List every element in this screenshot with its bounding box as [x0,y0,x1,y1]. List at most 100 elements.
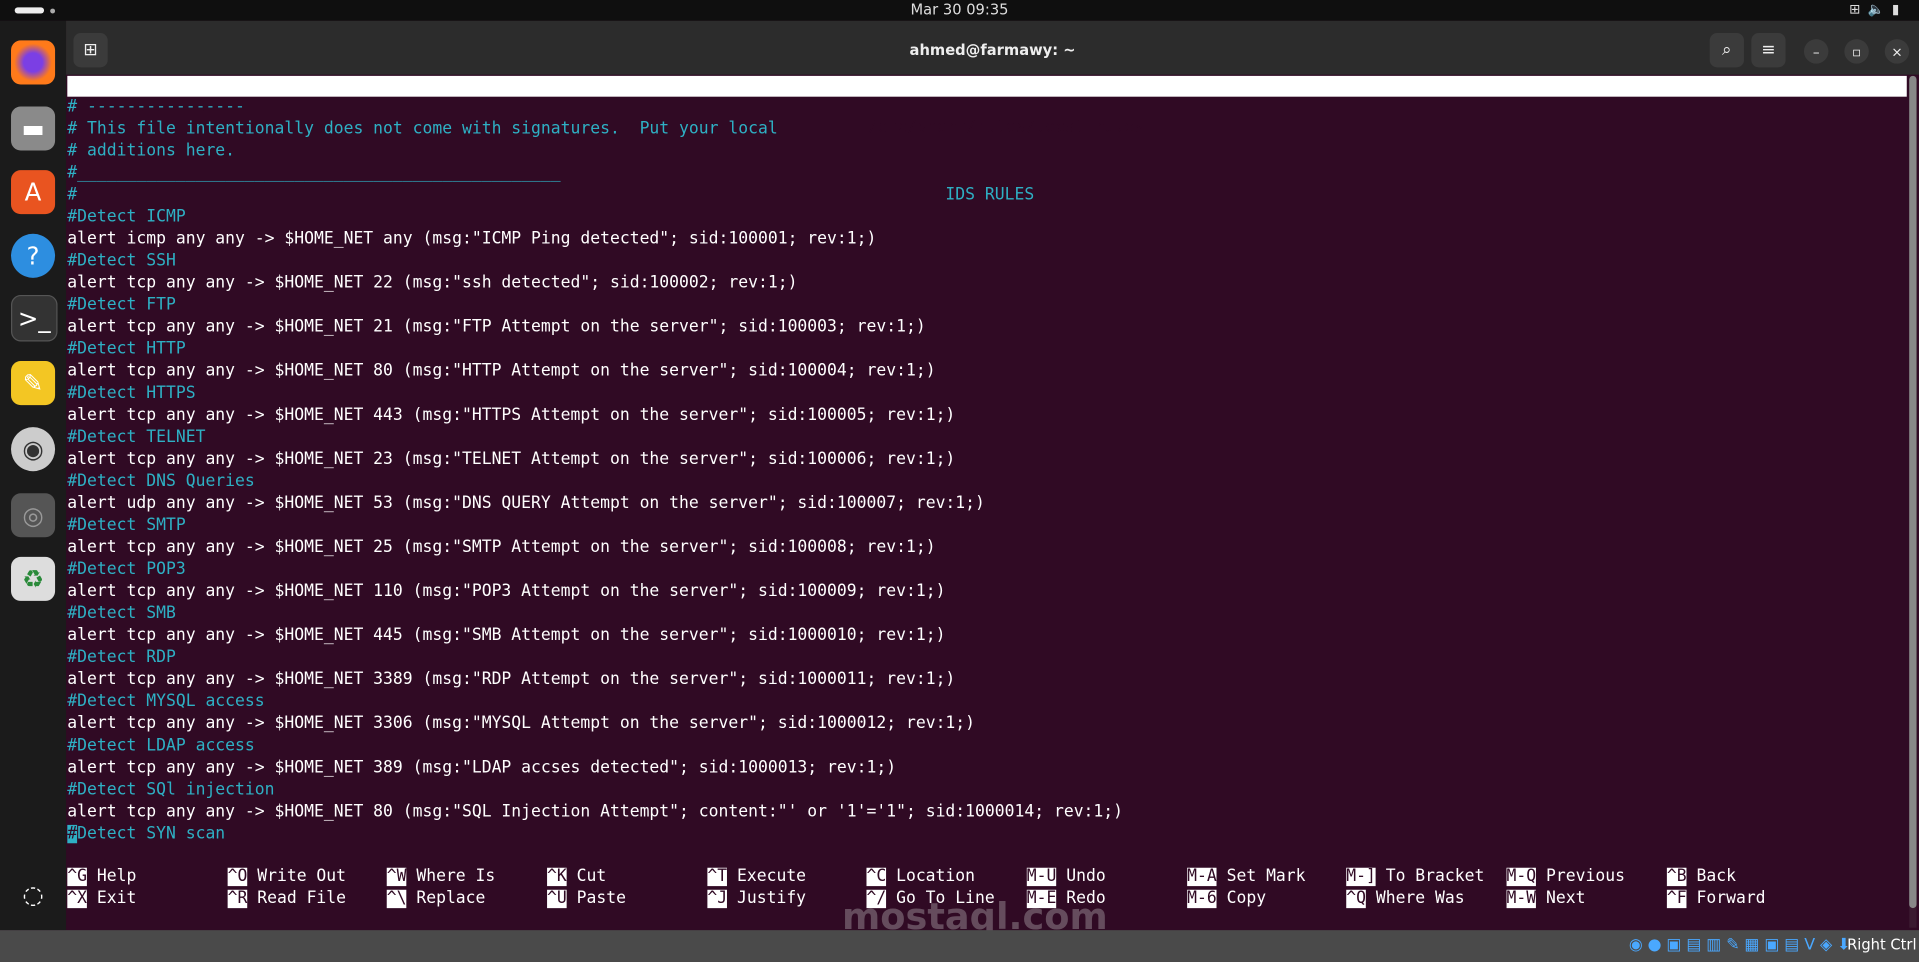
text-editor-icon[interactable]: ✎ [11,361,56,406]
comment-line: #Detect SSH [67,252,176,271]
comment-line: #Detect SQl injection [67,780,275,800]
comment-line: #Detect POP3 [67,560,186,579]
terminal-icon[interactable]: >_ [11,294,58,342]
shortcut-key: M-U [1026,867,1057,887]
rule-line: alert tcp any any -> $HOME_NET 25 (msg:"… [67,538,936,557]
editor-content[interactable]: # ---------------- # This file intentiona… [67,97,1123,846]
shortcut-label: Copy [1226,889,1267,909]
shortcut-item[interactable]: ^W Where Is [386,867,546,889]
comment-line: #Detect LDAP access [67,736,255,756]
shortcut-column: ^O Write Out ^R Read File [227,867,387,911]
shortcut-item[interactable]: M-W Next [1506,889,1666,911]
scrollbar[interactable] [1909,75,1917,928]
cursor-line-text: Detect SYN scan [77,824,226,844]
shortcut-item[interactable]: ^K Cut [547,867,706,889]
shortcut-label: Execute [736,867,807,887]
disc-icon[interactable]: ◉ [11,427,56,472]
dock: ▬ A ? >_ ✎ ◉ ◎ ♻ ◌ [0,20,67,931]
shortcut-key: ^Q [1346,889,1366,909]
shortcut-label: Undo [1066,867,1106,887]
help-icon[interactable]: ? [11,233,56,278]
comment-line: #Detect SMTP [67,516,186,535]
shortcut-item[interactable]: ^Q Where Was [1346,889,1505,911]
shortcut-label: Where Was [1375,889,1465,909]
shortcut-label: Next [1546,889,1586,909]
shortcut-label: Set Mark [1226,867,1306,887]
window-title: ahmed@farmawy: ~ [909,41,1076,59]
comment-line: #_______________________________________… [67,164,561,183]
shortcut-item[interactable]: ^F Forward [1666,889,1826,911]
app-center-icon[interactable]: A [11,170,56,215]
nano-header: GNU nano 7.2 /etc/snort/rules/local.rule… [67,75,1907,137]
shortcut-item[interactable]: ^O Write Out [227,867,387,889]
trash-icon[interactable]: ♻ [11,556,56,601]
rule-line: alert tcp any any -> $HOME_NET 389 (msg:… [67,758,897,778]
shortcut-item[interactable]: M-] To Bracket [1346,867,1505,889]
shortcut-item[interactable]: ^U Paste [547,889,706,911]
search-button[interactable]: ⌕ [1709,33,1744,68]
comment-line: #Detect HTTP [67,340,186,359]
shortcut-key: ^T [707,867,728,887]
shortcut-item[interactable]: ^T Execute [707,867,866,889]
host-key: Right Ctrl [1847,936,1917,954]
shortcut-label: Back [1696,867,1736,887]
files-icon[interactable]: ▬ [11,106,56,151]
shortcut-label: Paste [576,889,626,909]
clock[interactable]: Mar 30 09:35 [0,1,1919,18]
shortcut-key: M-A [1187,867,1217,887]
shortcut-key: ^G [67,867,88,887]
rule-line: alert tcp any any -> $HOME_NET 3306 (msg… [67,714,976,734]
rule-line: alert tcp any any -> $HOME_NET 445 (msg:… [67,626,946,645]
shortcut-item[interactable]: M-U Undo [1026,867,1186,889]
drive-icon[interactable]: ◎ [11,493,56,538]
shortcut-item[interactable]: M-Q Previous [1506,867,1666,889]
shortcut-label: Previous [1546,867,1625,887]
vm-device-icons[interactable]: ◉●▣▤▥✎▦▣▤V◈⬇ [1629,936,1855,954]
text-cursor: # [67,824,78,844]
shortcut-item[interactable]: M-A Set Mark [1187,867,1346,889]
maximize-button[interactable]: ▫ [1844,39,1869,64]
rule-line: alert tcp any any -> $HOME_NET 110 (msg:… [67,582,946,601]
shortcut-item[interactable]: ^C Location [866,867,1025,889]
volume-icon: 🔈 [1867,1,1892,18]
show-apps-icon[interactable]: ◌ [11,873,55,917]
shortcut-column: M-A Set Mark M-6 Copy [1187,867,1346,911]
rule-line: alert tcp any any -> $HOME_NET 80 (msg:"… [67,362,936,381]
shortcut-column: ^G Help ^X Exit [67,867,226,911]
cursor-line: #Detect SYN scan [67,824,1123,846]
shortcut-label: Exit [96,889,137,909]
network-icon: ⊞ [1849,1,1868,18]
close-button[interactable]: × [1884,39,1910,64]
shortcut-item[interactable]: ^X Exit [67,889,226,911]
shortcut-key: ^W [386,867,407,887]
scrollbar-thumb[interactable] [1909,75,1917,909]
battery-icon: ▮ [1891,1,1907,18]
menu-button[interactable]: ≡ [1751,33,1786,68]
shortcut-label: Location [896,867,976,887]
minimize-button[interactable]: – [1803,39,1829,64]
shortcut-item[interactable]: ^\ Replace [386,889,546,911]
shortcut-column: M-] To Bracket ^Q Where Was [1346,867,1505,911]
shortcut-label: Replace [416,889,486,909]
comment-line: #Detect MYSQL access [67,692,265,712]
shortcut-column: ^K Cut ^U Paste [547,867,706,911]
shortcut-item[interactable]: M-6 Copy [1187,889,1346,911]
shortcut-key: ^\ [386,889,407,909]
comment-line: # This file intentionally does not come … [67,119,778,139]
shortcut-key: M-Q [1506,867,1537,887]
firefox-icon[interactable] [11,40,56,85]
comment-line: #Detect FTP [67,296,176,315]
comment-line: # additions here. [67,141,236,161]
shortcut-item[interactable]: ^R Read File [227,889,387,911]
shortcut-label: To Bracket [1385,867,1485,887]
comment-line: #Detect RDP [67,648,176,668]
shortcut-key: M-W [1506,889,1537,909]
comment-line: #Detect HTTPS [67,384,196,403]
shortcut-item[interactable]: ^G Help [67,867,226,889]
shortcut-column: ^B Back ^F Forward [1666,867,1826,911]
shortcut-key: ^U [547,889,567,909]
rule-line: alert tcp any any -> $HOME_NET 21 (msg:"… [67,318,926,337]
shortcut-item[interactable]: ^B Back [1666,867,1826,889]
shortcut-key: ^K [547,867,567,887]
system-tray[interactable]: ⊞🔈▮ [1849,1,1907,17]
